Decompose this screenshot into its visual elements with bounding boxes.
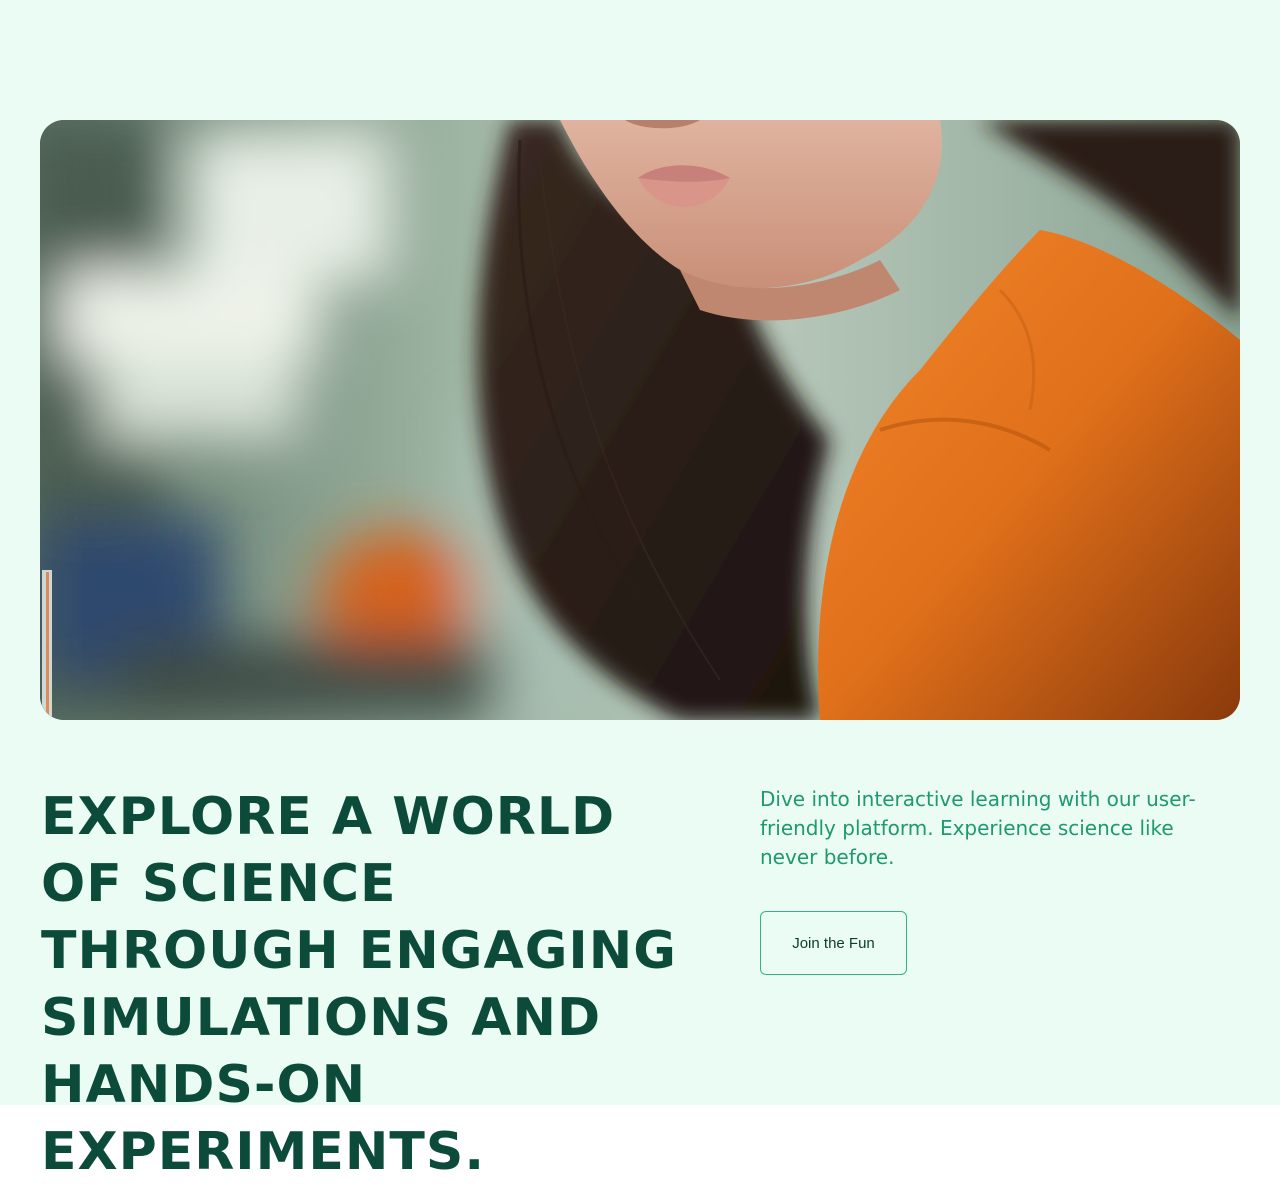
join-the-fun-button[interactable]: Join the Fun	[760, 911, 907, 975]
hero-headline: Explore a world of science through engag…	[41, 787, 677, 1182]
hero-image	[40, 120, 1240, 720]
hero-description: Dive into interactive learning with our …	[760, 787, 1196, 869]
